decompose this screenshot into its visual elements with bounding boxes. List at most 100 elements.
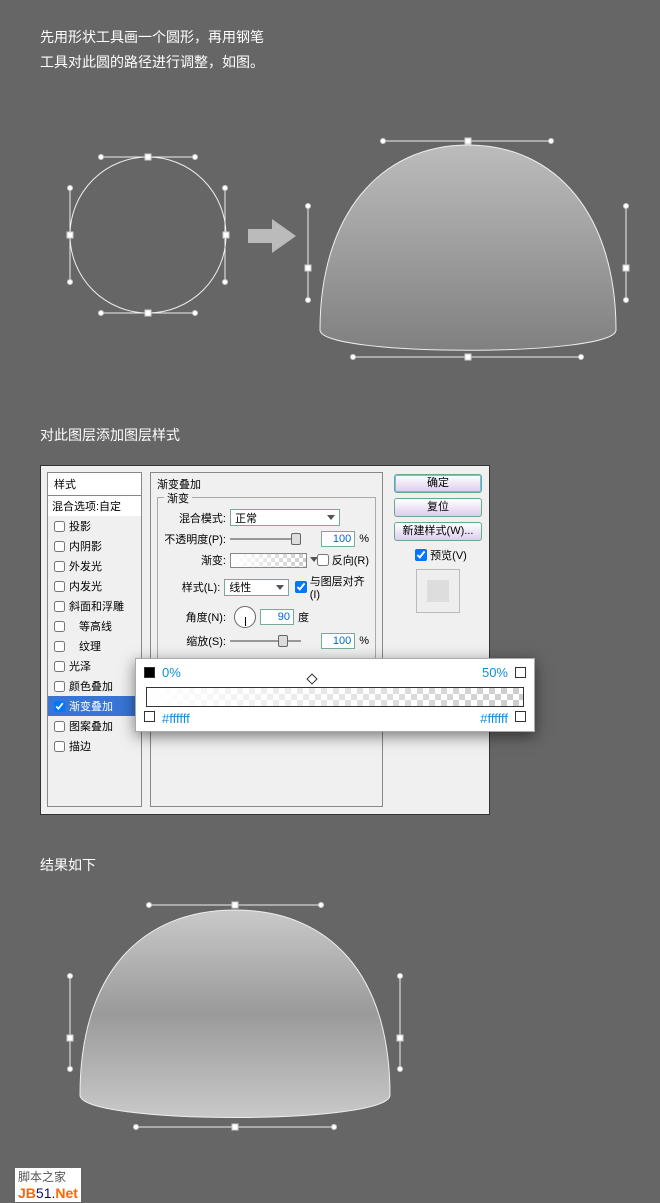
gradient-bar[interactable] — [146, 687, 524, 707]
intro-line2: 工具对此圆的路径进行调整，如图。 — [40, 50, 620, 75]
badge-brand-left: JB — [18, 1185, 36, 1201]
style-item-checkbox[interactable] — [54, 641, 65, 652]
angle-unit: 度 — [298, 609, 309, 625]
circle-path — [70, 157, 226, 313]
intro-line1: 先用形状工具画一个圆形，再用钢笔 — [40, 25, 620, 50]
style-item-checkbox[interactable] — [54, 721, 65, 732]
site-badge: 脚本之家 JB51.Net — [14, 1167, 660, 1203]
style-item-label: 光泽 — [69, 658, 91, 674]
midpoint-diamond-icon[interactable] — [306, 674, 317, 685]
angle-value[interactable]: 90 — [260, 609, 294, 625]
opacity-value[interactable]: 100 — [321, 531, 355, 547]
style-item-6[interactable]: 纹理 — [48, 636, 141, 656]
styles-list-panel: 样式 混合选项:自定 投影内阴影外发光内发光斜面和浮雕等高线纹理光泽颜色叠加渐变… — [47, 472, 142, 807]
styles-list-header: 样式 — [48, 473, 141, 496]
result-dome-shape — [80, 910, 390, 1118]
chevron-down-icon — [327, 515, 335, 520]
scale-unit: % — [359, 635, 369, 647]
gradient-style-select[interactable]: 线性 — [224, 579, 288, 596]
gradient-fieldset: 渐变 混合模式: 正常 不透明度(P): 100 % 渐变: 反向(R) — [157, 497, 376, 663]
reset-button[interactable]: 复位 — [394, 498, 482, 517]
align-with-layer-checkbox[interactable] — [295, 581, 307, 593]
color-stop-right[interactable] — [515, 711, 526, 722]
blend-mode-select[interactable]: 正常 — [230, 509, 340, 526]
align-with-layer-label: 与图层对齐(I) — [310, 573, 369, 601]
heading-add-layer-style: 对此图层添加图层样式 — [40, 425, 660, 445]
opacity-stop-left[interactable] — [144, 667, 155, 678]
style-item-checkbox[interactable] — [54, 541, 65, 552]
style-item-0[interactable]: 投影 — [48, 516, 141, 536]
gradient-overlay-panel: 渐变叠加 渐变 混合模式: 正常 不透明度(P): 100 % 渐变: 反向(R… — [150, 472, 383, 807]
blending-options-default[interactable]: 混合选项:自定 — [48, 496, 141, 516]
opacity-label: 不透明度(P): — [164, 531, 226, 547]
style-item-label: 等高线 — [69, 618, 112, 634]
style-item-3[interactable]: 内发光 — [48, 576, 141, 596]
chevron-down-icon — [310, 557, 318, 562]
style-item-checkbox[interactable] — [54, 741, 65, 752]
style-item-checkbox[interactable] — [54, 661, 65, 672]
opacity-slider[interactable] — [230, 532, 317, 546]
chevron-down-icon — [276, 585, 284, 590]
style-item-label: 外发光 — [69, 558, 102, 574]
gradient-picker[interactable] — [230, 553, 307, 568]
badge-brand-right: Net — [55, 1185, 78, 1201]
color-stop-left[interactable] — [144, 711, 155, 722]
dialog-buttons: 确定 复位 新建样式(W)... 预览(V) — [391, 474, 485, 617]
style-item-5[interactable]: 等高线 — [48, 616, 141, 636]
style-item-checkbox[interactable] — [54, 601, 65, 612]
style-item-1[interactable]: 内阴影 — [48, 536, 141, 556]
left-color-hex: #ffffff — [162, 711, 190, 726]
style-item-checkbox[interactable] — [54, 561, 65, 572]
style-item-checkbox[interactable] — [54, 581, 65, 592]
style-item-checkbox[interactable] — [54, 681, 65, 692]
style-thumbnail — [416, 569, 460, 613]
style-item-checkbox[interactable] — [54, 621, 65, 632]
gradient-editor-overlay: 0% 50% #ffffff #ffffff — [135, 658, 535, 732]
fieldset-legend: 渐变 — [164, 490, 192, 506]
opacity-unit: % — [359, 533, 369, 545]
new-style-button[interactable]: 新建样式(W)... — [394, 522, 482, 541]
style-item-4[interactable]: 斜面和浮雕 — [48, 596, 141, 616]
right-opacity-label: 50% — [482, 665, 508, 680]
style-item-checkbox[interactable] — [54, 701, 65, 712]
style-item-11[interactable]: 描边 — [48, 736, 141, 756]
angle-dial[interactable] — [234, 606, 256, 628]
result-illustration — [30, 885, 410, 1155]
style-item-7[interactable]: 光泽 — [48, 656, 141, 676]
reverse-checkbox[interactable] — [317, 554, 329, 566]
style-item-checkbox[interactable] — [54, 521, 65, 532]
style-item-8[interactable]: 颜色叠加 — [48, 676, 141, 696]
shape-illustration — [0, 105, 660, 365]
gradient-label: 渐变: — [164, 552, 226, 568]
scale-value[interactable]: 100 — [321, 633, 355, 649]
arrow-icon — [248, 219, 296, 253]
style-item-2[interactable]: 外发光 — [48, 556, 141, 576]
style-item-label: 纹理 — [69, 638, 101, 654]
right-color-hex: #ffffff — [480, 711, 508, 726]
angle-label: 角度(N): — [164, 609, 226, 625]
opacity-stop-right[interactable] — [515, 667, 526, 678]
reverse-label: 反向(R) — [332, 552, 369, 568]
scale-label: 缩放(S): — [164, 633, 226, 649]
style-item-label: 渐变叠加 — [69, 698, 113, 714]
style-item-label: 内阴影 — [69, 538, 102, 554]
preview-checkbox[interactable] — [415, 549, 427, 561]
intro-paragraph: 先用形状工具画一个圆形，再用钢笔 工具对此圆的路径进行调整，如图。 — [40, 25, 620, 75]
style-item-9[interactable]: 渐变叠加 — [48, 696, 141, 716]
blend-mode-label: 混合模式: — [164, 510, 226, 526]
scale-slider[interactable] — [230, 634, 317, 648]
style-item-label: 斜面和浮雕 — [69, 598, 124, 614]
dome-shape — [320, 145, 616, 350]
layer-style-dialog: 样式 混合选项:自定 投影内阴影外发光内发光斜面和浮雕等高线纹理光泽颜色叠加渐变… — [40, 465, 490, 815]
heading-result: 结果如下 — [40, 855, 660, 875]
badge-title: 脚本之家 — [18, 1168, 78, 1185]
preview-label: 预览(V) — [430, 547, 467, 563]
style-item-label: 颜色叠加 — [69, 678, 113, 694]
style-item-label: 描边 — [69, 738, 91, 754]
ok-button[interactable]: 确定 — [394, 474, 482, 493]
style-item-label: 投影 — [69, 518, 91, 534]
circle-anchor-points — [67, 154, 229, 316]
style-item-10[interactable]: 图案叠加 — [48, 716, 141, 736]
style-item-label: 内发光 — [69, 578, 102, 594]
badge-brand-mid: 51. — [36, 1185, 55, 1201]
